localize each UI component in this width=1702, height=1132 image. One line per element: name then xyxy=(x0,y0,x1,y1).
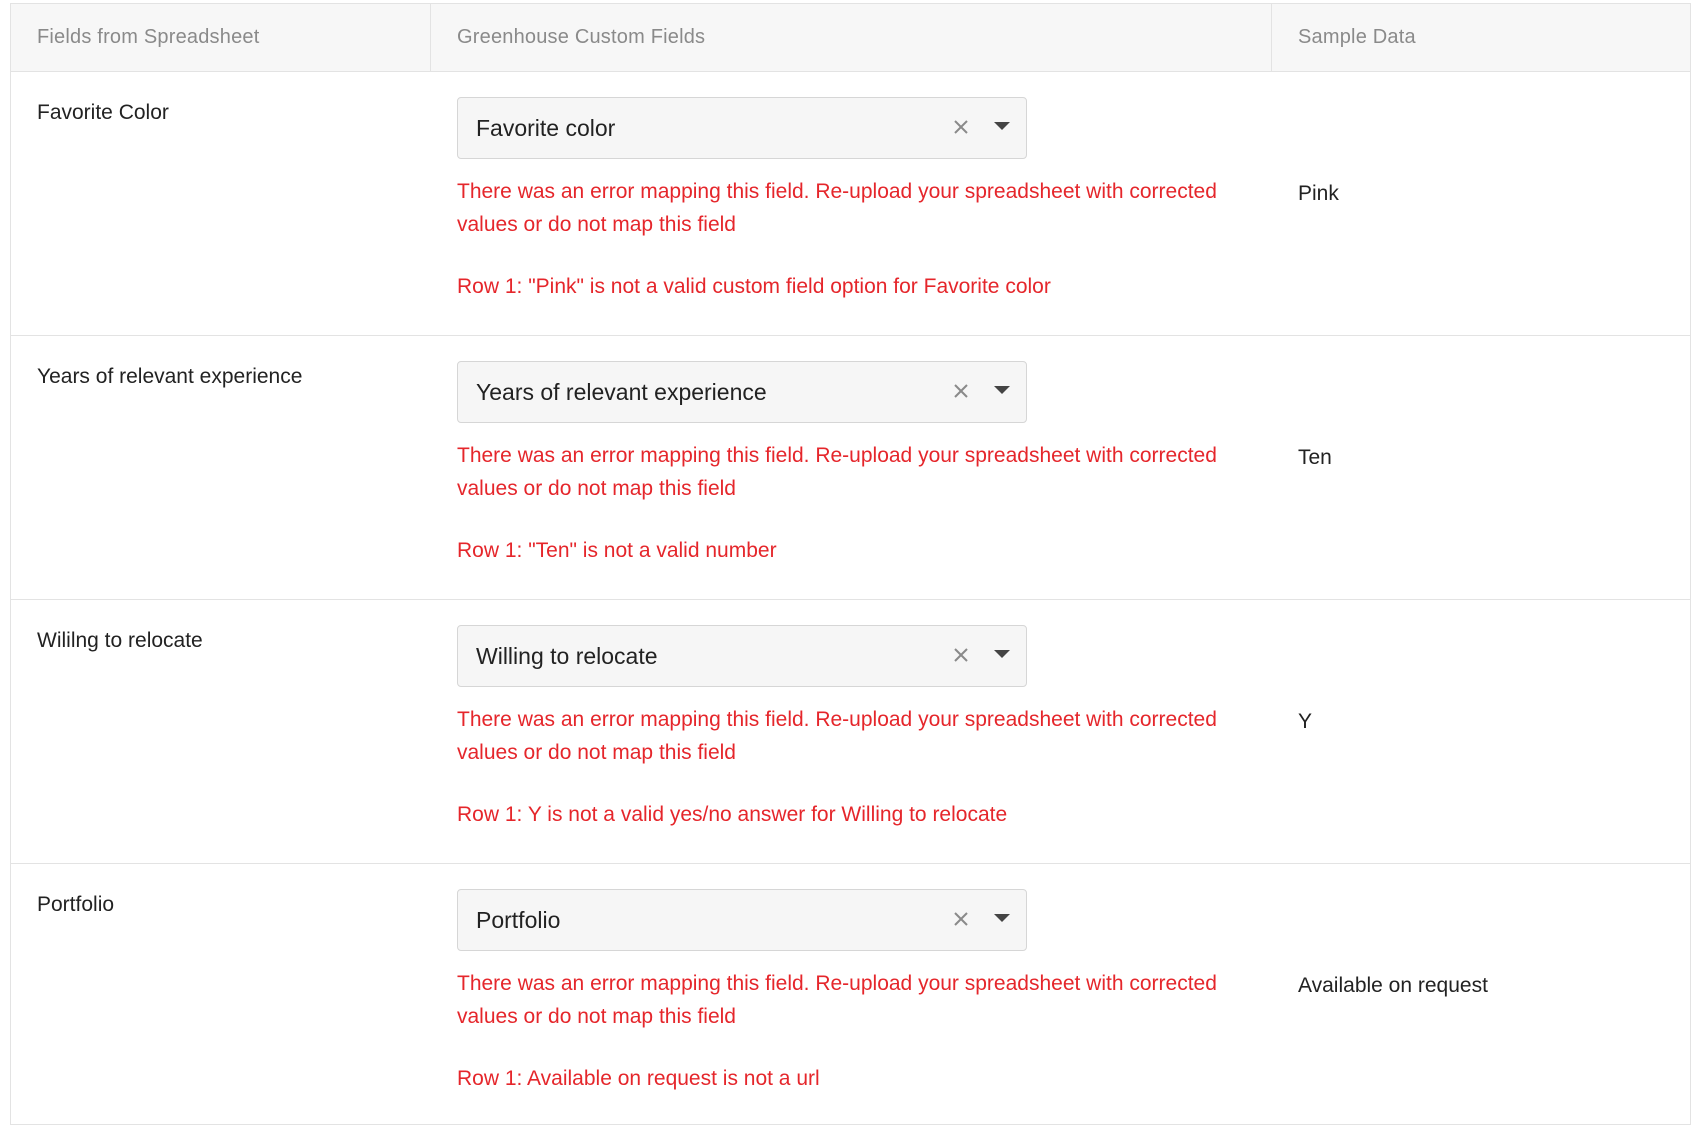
spreadsheet-field-name: Wililng to relocate xyxy=(37,629,203,652)
mapping-error-message: There was an error mapping this field. R… xyxy=(457,708,1217,764)
spreadsheet-field-name: Portfolio xyxy=(37,893,115,916)
header-custom-fields: Greenhouse Custom Fields xyxy=(431,4,1272,71)
sample-data-value: Pink xyxy=(1298,181,1339,205)
custom-field-select-value: Portfolio xyxy=(476,906,561,933)
table-row: Wililng to relocate Willing to relocate … xyxy=(11,600,1690,864)
custom-field-mapping: Favorite color There was an error mappin… xyxy=(431,72,1272,335)
spreadsheet-field-name: Years of relevant experience xyxy=(37,365,303,388)
mapping-error-detail: Row 1: Y is not a valid yes/no answer fo… xyxy=(457,803,1008,826)
sample-data-value: Ten xyxy=(1298,445,1332,469)
spreadsheet-field-name: Favorite Color xyxy=(37,101,169,124)
custom-field-select[interactable]: Favorite color xyxy=(457,97,1027,159)
mapping-error-message: There was an error mapping this field. R… xyxy=(457,180,1217,236)
chevron-down-icon[interactable] xyxy=(994,914,1010,922)
custom-field-select-value: Willing to relocate xyxy=(476,642,658,669)
close-icon[interactable] xyxy=(950,116,972,138)
custom-field-mapping: Years of relevant experience There was a… xyxy=(431,336,1272,599)
custom-field-select[interactable]: Willing to relocate xyxy=(457,625,1027,687)
mapping-error-message: There was an error mapping this field. R… xyxy=(457,444,1217,500)
mapping-error-message: There was an error mapping this field. R… xyxy=(457,972,1217,1028)
close-icon[interactable] xyxy=(950,644,972,666)
custom-field-select[interactable]: Portfolio xyxy=(457,889,1027,951)
custom-field-select[interactable]: Years of relevant experience xyxy=(457,361,1027,423)
table-header: Fields from Spreadsheet Greenhouse Custo… xyxy=(11,4,1690,72)
table-row: Favorite Color Favorite color There was … xyxy=(11,72,1690,336)
custom-field-select-value: Favorite color xyxy=(476,114,616,141)
custom-field-mapping: Willing to relocate There was an error m… xyxy=(431,600,1272,863)
sample-data-value: Y xyxy=(1298,709,1313,733)
header-spreadsheet-fields: Fields from Spreadsheet xyxy=(11,4,431,71)
sample-data-value: Available on request xyxy=(1298,973,1488,997)
mapping-error-detail: Row 1: Available on request is not a url xyxy=(457,1067,820,1090)
table-row: Years of relevant experience Years of re… xyxy=(11,336,1690,600)
close-icon[interactable] xyxy=(950,908,972,930)
custom-field-mapping: Portfolio There was an error mapping thi… xyxy=(431,864,1272,1127)
chevron-down-icon[interactable] xyxy=(994,650,1010,658)
mapping-error-detail: Row 1: "Pink" is not a valid custom fiel… xyxy=(457,275,1051,298)
chevron-down-icon[interactable] xyxy=(994,386,1010,394)
custom-field-select-value: Years of relevant experience xyxy=(476,378,767,405)
header-sample-data: Sample Data xyxy=(1298,26,1416,48)
table-row: Portfolio Portfolio There was an error m… xyxy=(11,864,1690,1127)
field-mapping-table: Fields from Spreadsheet Greenhouse Custo… xyxy=(10,3,1691,1125)
chevron-down-icon[interactable] xyxy=(994,122,1010,130)
close-icon[interactable] xyxy=(950,380,972,402)
mapping-error-detail: Row 1: "Ten" is not a valid number xyxy=(457,539,777,562)
